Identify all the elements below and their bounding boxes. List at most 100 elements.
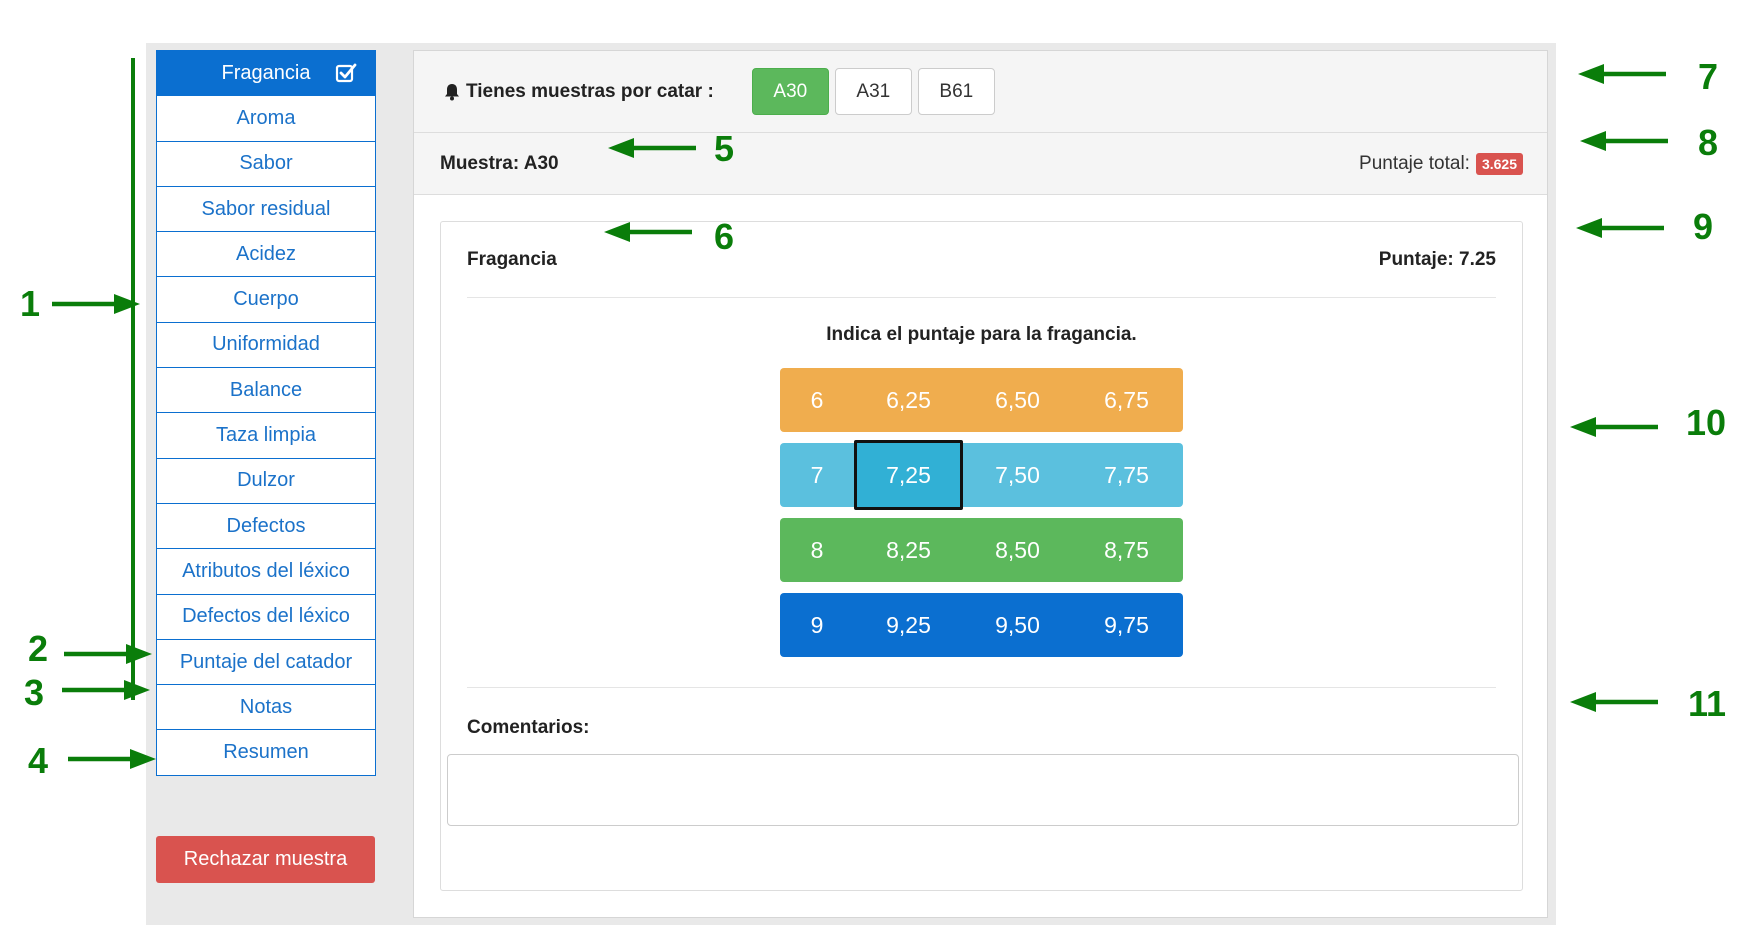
annotation-number: 4 [28,740,49,781]
main-panel: Tienes muestras por catar : A30 A31 B61 Mu… [413,50,1548,918]
annotation-number: 10 [1686,402,1727,443]
sidebar-item-fragancia[interactable]: Fragancia [156,50,376,97]
sidebar-item-label: Notas [239,695,293,718]
score-option-6-25[interactable]: 6,25 [854,368,963,432]
arrow-right-icon [62,680,150,700]
sidebar-item-sabor-residual[interactable]: Sabor residual [156,185,376,233]
bell-icon [445,83,459,100]
annotation-number: 6 [714,216,735,257]
total-score-badge: 3.625 [1475,152,1523,175]
arrow-left-icon [608,138,696,158]
sample-button-a31[interactable]: A31 [834,68,912,115]
annotation-number: 9 [1693,206,1714,247]
sidebar-item-defectos[interactable]: Defectos [156,502,376,550]
arrow-left-icon [1570,692,1658,712]
arrow-left-icon [604,222,692,242]
comments-textarea[interactable] [447,754,1519,826]
sidebar-item-label: Aroma [236,106,296,129]
samples-bar: Tienes muestras por catar : A30 A31 B61 [414,51,1547,133]
score-option-7-75[interactable]: 7,75 [1072,443,1181,507]
sidebar-item-label: Acidez [235,242,297,265]
sidebar-item-uniformidad[interactable]: Uniformidad [156,321,376,369]
sidebar-item-label: Atributos del léxico [182,559,350,582]
annotation-number: 5 [714,128,735,169]
arrow-left-icon [1576,218,1664,238]
sample-button-a30[interactable]: A30 [751,68,829,115]
score-row: 9 9,25 9,50 9,75 [780,593,1183,657]
score-option-6-50[interactable]: 6,50 [963,368,1072,432]
score-grid: 6 6,25 6,50 6,75 7 7,25 7,50 7,75 8 8,25 8,50 8,75 9… [780,368,1183,668]
sidebar-item-notas[interactable]: Notas [156,684,376,731]
score-option-6-75[interactable]: 6,75 [1072,368,1181,432]
sidebar-item-atributos-del-léxico[interactable]: Atributos del léxico [156,548,376,595]
sidebar-item-label: Resumen [223,741,309,764]
checkbox-checked-icon [335,63,357,83]
arrow-right-icon [52,294,140,314]
arrow-right-icon [68,749,156,769]
sidebar-item-label: Cuerpo [233,288,299,311]
score-option-7-25[interactable]: 7,25 [854,440,963,510]
reject-sample-button[interactable]: Rechazar muestra [156,836,375,883]
score-option-9-50[interactable]: 9,50 [963,593,1072,657]
annotation-bracket [131,58,135,700]
sidebar-item-label: Fragancia [221,61,311,84]
sidebar-item-cuerpo[interactable]: Cuerpo [156,276,376,323]
sidebar-item-label: Balance [229,378,303,401]
score-option-8-50[interactable]: 8,50 [963,518,1072,582]
score-row: 7 7,25 7,50 7,75 [780,440,1183,510]
sidebar-item-aroma[interactable]: Aroma [156,95,376,142]
divider [467,687,1496,688]
annotation-number: 3 [24,672,45,713]
total-score-label: Puntaje total: [1359,152,1470,174]
total-score: Puntaje total: 3.625 [1359,152,1523,175]
samples-label: Tienes muestras por catar : [442,81,714,103]
sidebar-item-dulzor[interactable]: Dulzor [156,457,376,504]
card-title: Fragancia [467,248,557,270]
sidebar-item-label: Defectos [226,514,306,537]
score-row: 8 8,25 8,50 8,75 [780,518,1183,582]
samples-label-text: Tienes muestras por catar : [466,80,714,102]
attribute-card: Fragancia Puntaje: 7.25 Indica el puntaj… [440,221,1523,891]
sidebar-item-resumen[interactable]: Resumen [156,729,376,776]
annotation-number: 11 [1688,683,1727,724]
annotation-number: 2 [28,628,49,669]
score-option-6[interactable]: 6 [780,368,854,432]
score-option-7-50[interactable]: 7,50 [963,443,1072,507]
sidebar-item-label: Taza limpia [215,424,317,447]
arrow-left-icon [1580,131,1668,151]
score-row: 6 6,25 6,50 6,75 [780,368,1183,432]
comments-label: Comentarios: [467,717,590,738]
arrow-right-icon [64,644,152,664]
score-option-8-25[interactable]: 8,25 [854,518,963,582]
sidebar-item-label: Dulzor [237,469,295,492]
instruction-text: Indica el puntaje para la fragancia. [826,324,1137,345]
score-option-8-75[interactable]: 8,75 [1072,518,1181,582]
card-score: Puntaje: 7.25 [1378,248,1496,270]
sidebar-item-label: Defectos del léxico [182,605,350,628]
sidebar-item-balance[interactable]: Balance [156,367,376,414]
sample-button-b61[interactable]: B61 [917,68,995,115]
sidebar-item-label: Sabor [239,152,293,175]
sidebar-nav: Fragancia Aroma Sabor Sabor residual Acidez C… [156,50,376,776]
score-option-9-75[interactable]: 9,75 [1072,593,1181,657]
sidebar-item-label: Uniformidad [212,333,320,356]
sidebar-item-sabor[interactable]: Sabor [156,140,376,187]
score-option-9-25[interactable]: 9,25 [854,593,963,657]
score-option-7[interactable]: 7 [780,443,854,507]
annotation-number: 1 [20,283,41,324]
sample-buttons: A30 A31 B61 [714,68,995,115]
sidebar-item-label: Sabor residual [201,197,331,220]
sidebar-item-defectos-del-léxico[interactable]: Defectos del léxico [156,593,376,640]
arrow-left-icon [1570,417,1658,437]
score-option-9[interactable]: 9 [780,593,854,657]
annotation-number: 8 [1698,122,1719,163]
sidebar-item-acidez[interactable]: Acidez [156,231,376,278]
score-option-8[interactable]: 8 [780,518,854,582]
sidebar-item-puntaje-del-catador[interactable]: Puntaje del catador [156,638,376,686]
annotation-number: 7 [1698,56,1719,97]
arrow-left-icon [1578,64,1666,84]
sample-title: Muestra: A30 [440,152,559,174]
sample-header: Muestra: A30 Puntaje total: 3.625 [414,133,1547,195]
sidebar-item-label: Puntaje del catador [179,650,353,673]
sidebar-item-taza-limpia[interactable]: Taza limpia [156,412,376,459]
